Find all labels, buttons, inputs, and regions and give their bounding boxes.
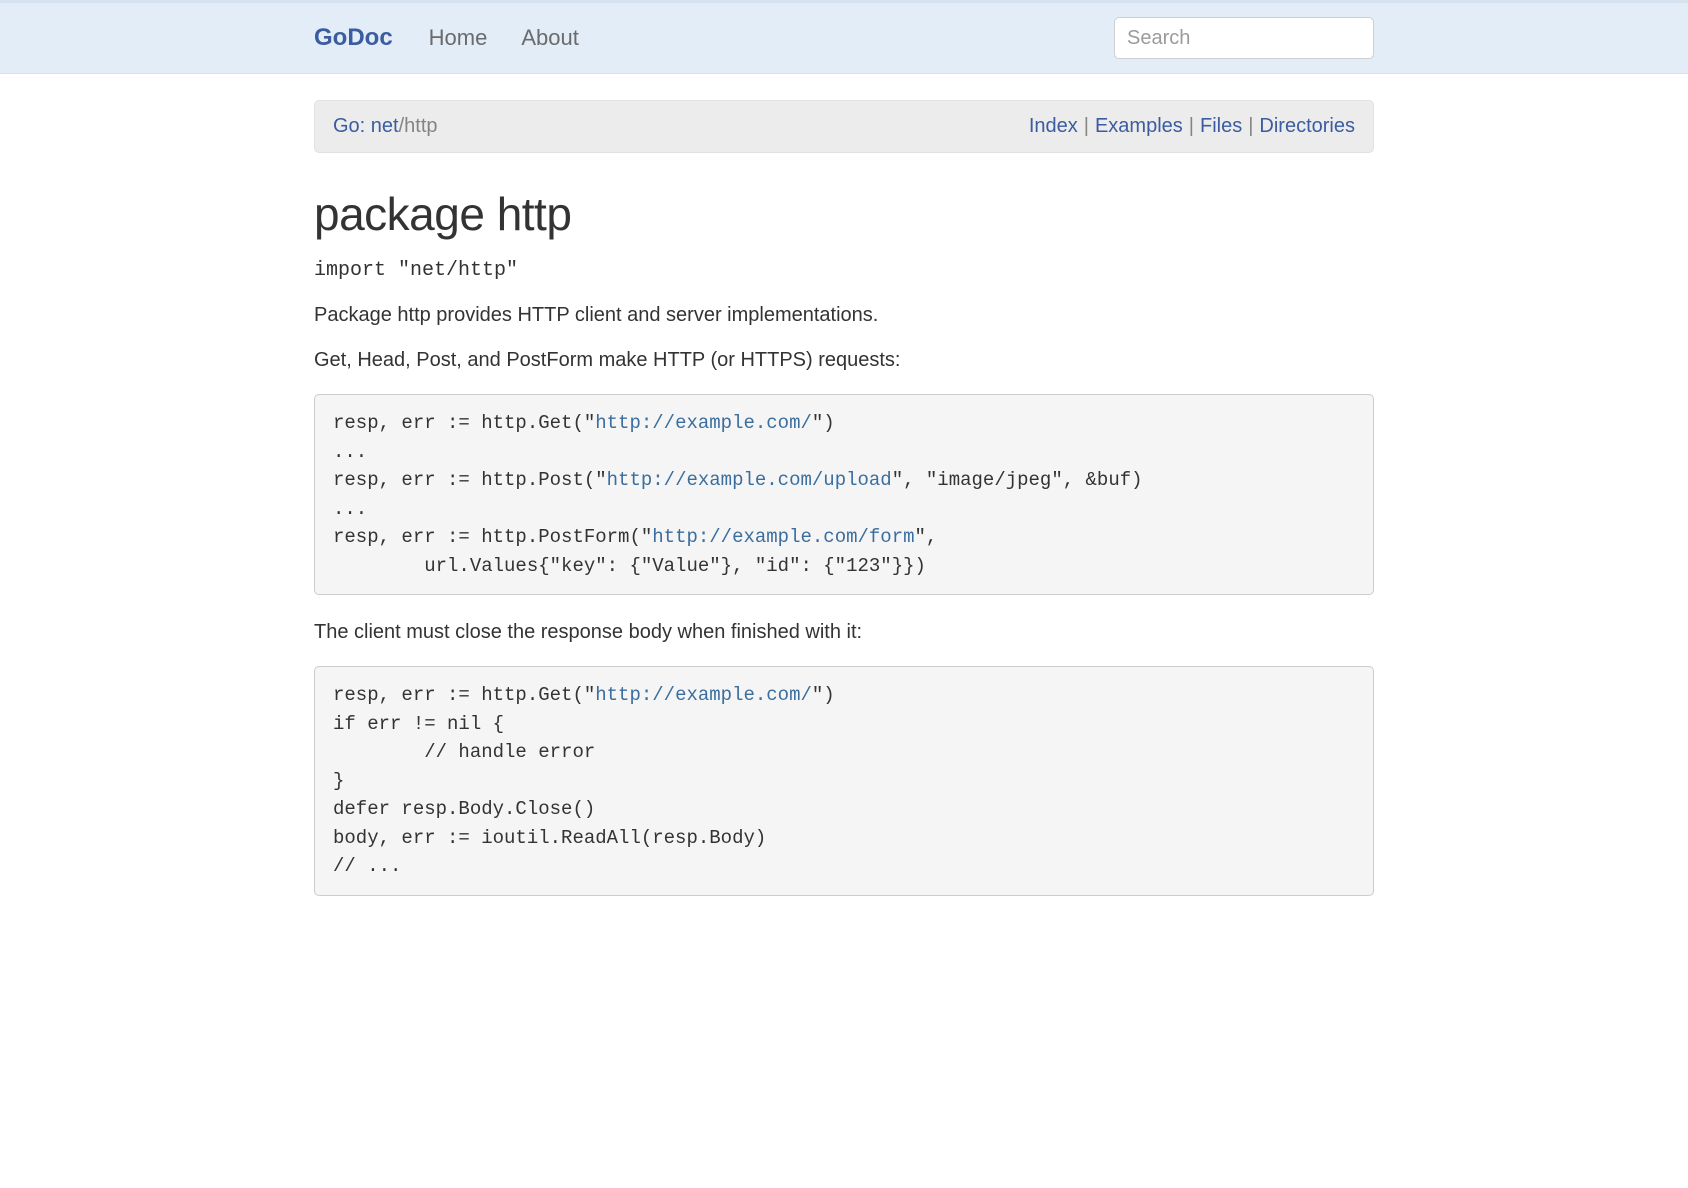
- code-url: http://example.com/: [595, 412, 812, 434]
- link-index[interactable]: Index: [1029, 115, 1078, 137]
- page-nav-links: Index|Examples|Files|Directories: [1029, 115, 1355, 138]
- code-url: http://example.com/form: [652, 526, 914, 548]
- breadcrumb: Go: net/http: [333, 115, 438, 138]
- nav-about[interactable]: About: [521, 25, 579, 51]
- link-directories[interactable]: Directories: [1259, 115, 1355, 137]
- breadcrumb-go[interactable]: Go:: [333, 115, 371, 137]
- package-summary: Package http provides HTTP client and se…: [314, 304, 1374, 327]
- code-url: http://example.com/upload: [607, 469, 892, 491]
- breadcrumb-http: http: [404, 115, 437, 137]
- nav-home[interactable]: Home: [429, 25, 488, 51]
- link-files[interactable]: Files: [1200, 115, 1242, 137]
- code-url: http://example.com/: [595, 684, 812, 706]
- topbar: GoDoc Home About: [0, 0, 1688, 74]
- code-example-1: resp, err := http.Get("http://example.co…: [314, 394, 1374, 595]
- search-input[interactable]: [1114, 17, 1374, 59]
- brand-logo[interactable]: GoDoc: [314, 24, 393, 52]
- code-example-2: resp, err := http.Get("http://example.co…: [314, 666, 1374, 896]
- package-summary-2: Get, Head, Post, and PostForm make HTTP …: [314, 349, 1374, 372]
- breadcrumb-net[interactable]: net: [371, 115, 399, 137]
- package-summary-3: The client must close the response body …: [314, 621, 1374, 644]
- page-title: package http: [314, 187, 1374, 241]
- import-statement: import "net/http": [314, 259, 1374, 282]
- sub-nav: Go: net/http Index|Examples|Files|Direct…: [314, 100, 1374, 153]
- link-examples[interactable]: Examples: [1095, 115, 1183, 137]
